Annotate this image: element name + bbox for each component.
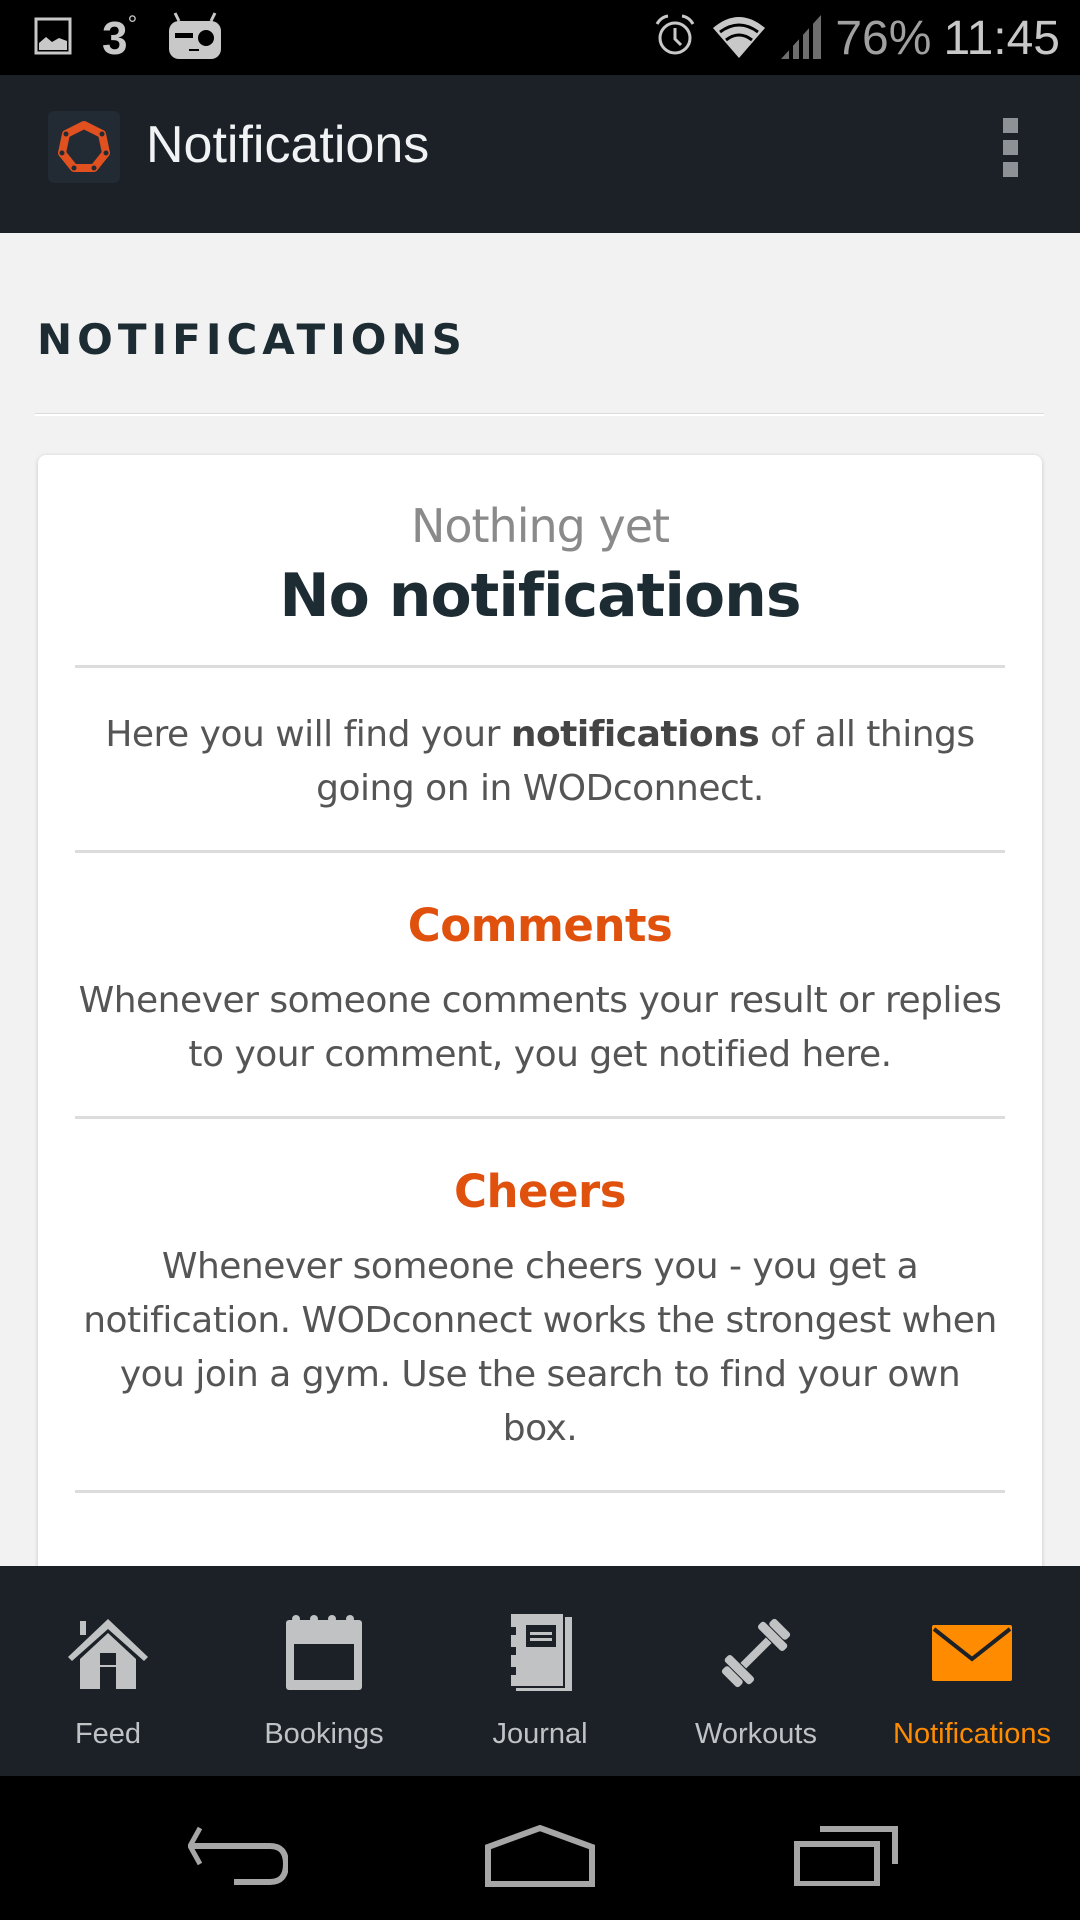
empty-state-subtitle: Nothing yet: [410, 499, 670, 553]
nav-item-workouts[interactable]: Workouts: [648, 1566, 864, 1776]
home-icon: [485, 1825, 595, 1887]
system-home-button[interactable]: [480, 1816, 600, 1896]
nav-item-journal[interactable]: Journal: [432, 1566, 648, 1776]
journal-icon: [497, 1610, 583, 1696]
app-bar: Notifications: [0, 75, 1080, 233]
system-recents-button[interactable]: [786, 1816, 906, 1896]
nav-label: Bookings: [264, 1718, 384, 1750]
back-icon: [188, 1826, 288, 1885]
status-bar-right: 76% 11:45: [651, 8, 1060, 68]
empty-state-card: Nothing yet No notifications Here you wi…: [38, 455, 1042, 1566]
nav-label: Notifications: [893, 1718, 1051, 1750]
envelope-icon: [929, 1610, 1015, 1696]
status-bar: 3° 76% 11:45: [0, 0, 1080, 75]
empty-state-title: No notifications: [279, 561, 801, 631]
bottom-navigation: Feed Bookings Journal Workouts Notificat…: [0, 1566, 1080, 1776]
home-icon: [65, 1610, 151, 1696]
card-divider: [75, 1490, 1005, 1493]
system-back-button[interactable]: [178, 1816, 298, 1896]
cheers-description: Whenever someone cheers you - you get a …: [83, 1246, 997, 1449]
calendar-icon: [281, 1610, 367, 1696]
overflow-menu-icon-dot: [1002, 117, 1018, 133]
section-divider: [35, 413, 1044, 416]
nav-item-notifications[interactable]: Notifications: [864, 1566, 1080, 1776]
card-divider: [75, 665, 1005, 668]
alarm-icon: [651, 12, 699, 64]
overflow-menu-icon-dot: [1002, 139, 1018, 155]
nav-item-bookings[interactable]: Bookings: [216, 1566, 432, 1776]
nav-label: Workouts: [695, 1718, 817, 1750]
recents-icon: [794, 1826, 898, 1886]
signal-icon: [779, 11, 823, 65]
battery-percentage: 76%: [835, 11, 932, 65]
nav-label: Journal: [492, 1718, 588, 1750]
cyanogenmod-icon: [167, 11, 223, 65]
section-title: NOTIFICATIONS: [37, 315, 467, 364]
gallery-icon: [34, 17, 72, 59]
nav-item-feed[interactable]: Feed: [0, 1566, 216, 1776]
status-bar-left: 3°: [34, 8, 223, 68]
dumbbell-icon: [713, 1610, 799, 1696]
system-navigation-bar: [0, 1776, 1080, 1920]
empty-state-intro: Here you will find your notifications of…: [105, 714, 975, 809]
comments-description: Whenever someone comments your result or…: [78, 980, 1002, 1075]
overflow-menu-icon-dot: [1002, 161, 1018, 177]
card-divider: [75, 1116, 1005, 1119]
weather-temperature: 3°: [102, 10, 138, 64]
app-title: Notifications: [146, 116, 430, 174]
nav-label: Feed: [74, 1718, 142, 1750]
overflow-menu-button[interactable]: [990, 111, 1030, 183]
scroll-content[interactable]: NOTIFICATIONS Nothing yet No notificatio…: [0, 233, 1080, 1566]
cheers-heading: Cheers: [453, 1165, 627, 1218]
comments-heading: Comments: [407, 899, 673, 952]
card-divider: [75, 850, 1005, 853]
clipped-section-heading: [38, 1539, 1042, 1566]
clock: 11:45: [943, 11, 1060, 65]
wodconnect-logo-icon[interactable]: [48, 111, 120, 183]
wifi-icon: [711, 12, 767, 64]
